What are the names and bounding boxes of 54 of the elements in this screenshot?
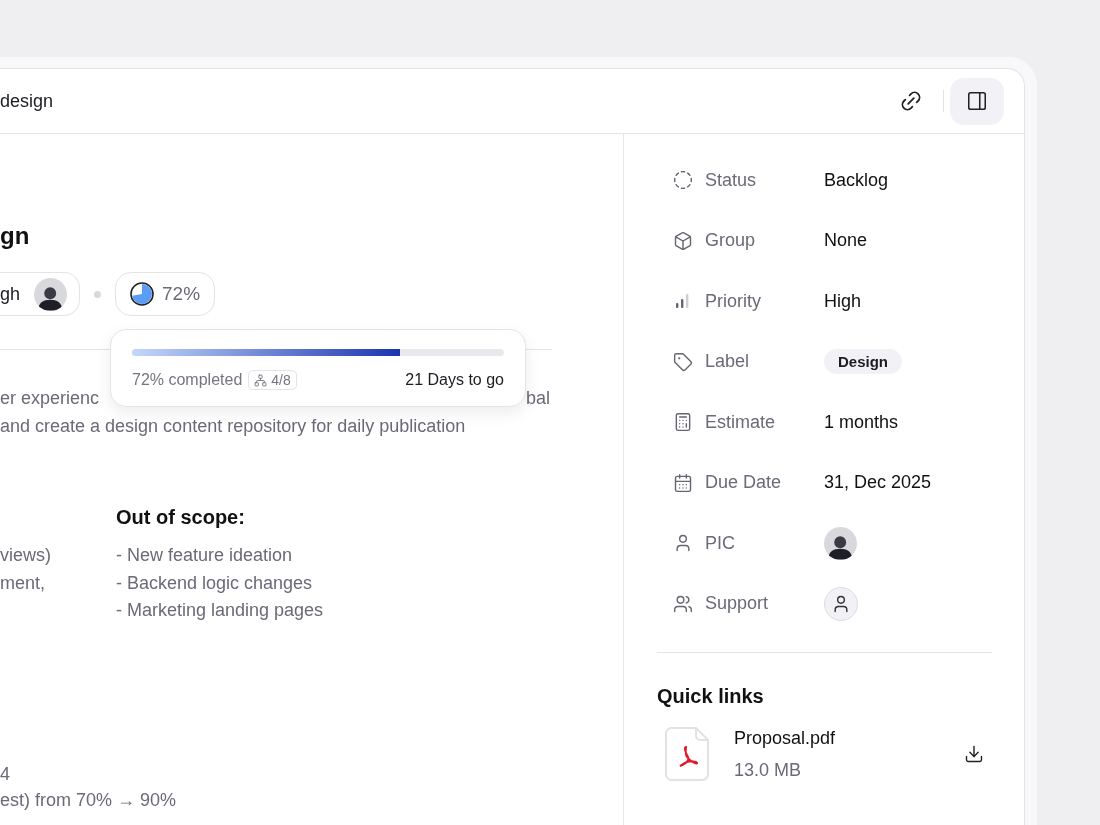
person-silhouette-icon [827,533,854,560]
property-value[interactable]: 1 months [824,411,899,433]
goal-text: est) from 70% → 90% [0,788,178,812]
download-icon [964,744,984,764]
cube-icon [673,230,693,251]
subtask-icon [254,373,268,387]
property-label: Due Date [705,472,783,494]
property-value[interactable]: Backlog [824,169,889,191]
property-label: PIC [705,532,736,554]
scope-item: ment, [0,571,47,595]
calendar-icon [673,472,693,493]
scope-item: - Backend logic changes [116,571,314,595]
property-label: Support [705,593,770,615]
label-tag[interactable]: Design [824,349,902,375]
breadcrumb-title: design [0,90,55,112]
scope-item: - New feature ideation [116,544,294,567]
file-size: 13.0 MB [734,759,803,782]
progress-chip[interactable]: 72% [115,272,216,316]
scope-heading: Out of scope: [116,505,246,530]
property-value[interactable]: High [824,290,862,312]
property-value[interactable]: None [824,230,868,252]
calculator-icon [673,412,693,433]
description-text: er experienc [0,387,100,410]
avatar[interactable] [824,526,857,560]
section-title: Quick links [657,684,765,709]
description-text: and create a design content repository for daily publication [0,415,467,438]
panel-right-icon [966,90,988,112]
scope-item: - Marketing landing pages [116,599,325,622]
toggle-panel-button[interactable] [950,77,1004,125]
property-label: Estimate [705,411,777,433]
subtask-count-text: 4/8 [271,372,291,388]
property-label: Label [705,351,751,373]
person-silhouette-icon [37,284,64,311]
users-icon [673,593,693,614]
description-text: bal [525,387,550,410]
user-icon [831,593,851,614]
property-value[interactable]: 31, Dec 2025 [824,472,932,494]
days-remaining: 21 Days to go [405,371,504,389]
pdf-file-icon [665,727,709,781]
tag-icon [673,351,693,372]
pie-progress-icon [130,282,155,306]
scope-item: views) [0,544,52,567]
add-person-button[interactable] [824,586,858,621]
goal-text: 4 [0,762,11,786]
property-label: Priority [705,290,762,312]
separator-dot [94,290,102,298]
property-label: Group [705,230,757,252]
completed-text: 72% completed [132,371,243,389]
user-icon [673,533,693,554]
assignee-chip[interactable]: gh [0,272,81,316]
property-label: Status [705,169,758,191]
file-name[interactable]: Proposal.pdf [734,725,956,751]
task-title: gn [0,221,31,251]
dashed-circle-icon [673,170,693,191]
